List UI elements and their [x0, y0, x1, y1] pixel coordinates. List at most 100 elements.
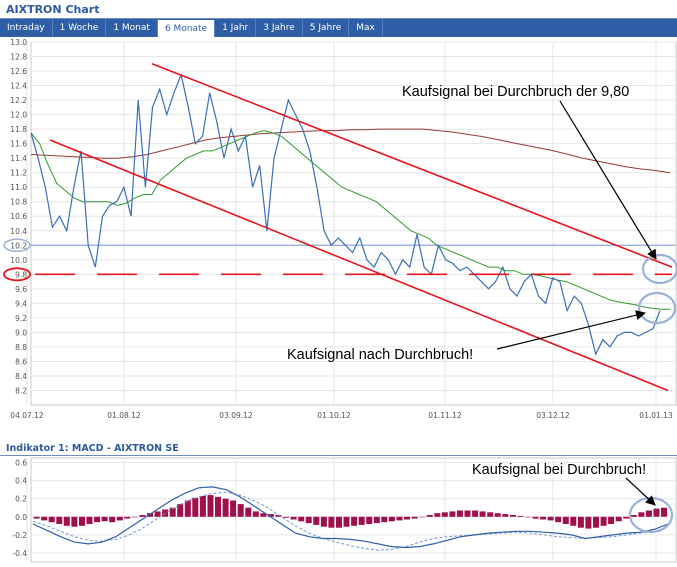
y-tick-label: 12.6: [10, 67, 27, 76]
macd-histogram-bar: [71, 516, 78, 527]
macd-histogram-bar: [472, 510, 479, 517]
macd-histogram-bar: [396, 516, 403, 521]
macd-histogram-bar: [336, 516, 342, 528]
macd-histogram-bar: [570, 516, 577, 526]
x-tick-label: 01.01.13: [639, 411, 673, 420]
y-tick-label: 11.4: [10, 154, 27, 163]
macd-histogram-bar: [63, 516, 70, 526]
macd-histogram-bar: [139, 515, 146, 517]
macd-histogram-bar: [313, 516, 320, 525]
macd-y-tick-label: -0.2: [12, 531, 27, 540]
macd-histogram-bar: [237, 504, 244, 517]
annotation-mid: Kaufsignal nach Durchbruch!: [287, 347, 473, 363]
y-tick-label: 12.4: [10, 82, 27, 91]
y-tick-label: 8.8: [15, 343, 27, 352]
macd-histogram-bar: [577, 516, 584, 528]
macd-histogram-bar: [109, 516, 116, 523]
x-tick-label: 03.09.12: [219, 411, 253, 420]
macd-histogram-bar: [411, 516, 418, 519]
macd-histogram-bar: [494, 513, 501, 517]
macd-histogram-bar: [207, 495, 214, 517]
macd-histogram-bar: [199, 496, 206, 517]
macd-histogram-bar: [615, 516, 622, 522]
y-tick-label: 11.2: [10, 169, 27, 178]
x-tick-label: 01.11.12: [428, 411, 462, 420]
macd-histogram-bar: [373, 516, 380, 524]
x-tick-label: 03.12.12: [536, 411, 570, 420]
macd-histogram-bar: [48, 516, 55, 523]
macd-histogram-bar: [192, 497, 199, 517]
macd-histogram-bar: [298, 516, 305, 522]
macd-histogram-bar: [328, 516, 335, 528]
macd-histogram-bar: [124, 516, 131, 519]
annotation-macd: Kaufsignal bei Durchbruch!: [472, 462, 646, 478]
macd-histogram-bar: [540, 516, 547, 520]
macd-histogram-bar: [653, 508, 660, 517]
macd-histogram-bar: [449, 511, 456, 517]
macd-histogram-bar: [381, 516, 388, 523]
macd-histogram-bar: [215, 496, 221, 517]
macd-histogram-bar: [525, 516, 531, 518]
x-tick-label: 04.07.12: [10, 411, 44, 420]
macd-histogram-bar: [517, 515, 524, 517]
macd-histogram-bar: [94, 516, 101, 523]
y-tick-label: 12.8: [10, 53, 27, 62]
macd-histogram-bar: [434, 513, 441, 517]
macd-histogram-bar: [56, 516, 63, 524]
macd-histogram-bar: [86, 516, 93, 524]
macd-histogram-bar: [441, 512, 448, 517]
y-tick-label: 9.4: [15, 299, 27, 308]
y-tick-label: 10.8: [10, 198, 27, 207]
macd-histogram-bar: [426, 515, 433, 517]
macd-histogram-bar: [547, 516, 554, 521]
macd-histogram-bar: [630, 515, 637, 517]
macd-histogram-bar: [456, 510, 463, 517]
y-tick-label: 9.6: [15, 285, 27, 294]
annotation-top-right: Kaufsignal bei Durchbruch der 9,80: [402, 84, 629, 100]
macd-y-tick-label: -0.4: [12, 549, 27, 558]
macd-histogram-bar: [358, 516, 365, 525]
macd-histogram-bar: [502, 514, 509, 517]
macd-histogram-bar: [509, 515, 516, 517]
macd-histogram-bar: [290, 516, 297, 520]
y-tick-label: 11.0: [10, 183, 27, 192]
macd-histogram-bar: [101, 516, 108, 522]
macd-y-tick-label: 0.0: [15, 513, 27, 522]
macd-histogram-bar: [388, 516, 395, 522]
macd-histogram-bar: [645, 510, 652, 517]
macd-histogram-bar: [154, 511, 161, 517]
y-tick-label: 9.2: [15, 314, 27, 323]
y-tick-label: 10.0: [10, 256, 27, 265]
macd-histogram-bar: [404, 516, 410, 520]
y-tick-label: 8.4: [15, 372, 27, 381]
macd-histogram-bar: [555, 516, 562, 523]
y-tick-label: 12.2: [10, 96, 27, 105]
y-tick-label: 9.0: [15, 328, 27, 337]
macd-histogram-bar: [79, 516, 85, 526]
macd-histogram-bar: [33, 516, 40, 519]
macd-histogram-bar: [623, 516, 630, 519]
macd-histogram-bar: [343, 516, 350, 527]
y-tick-label: 8.2: [15, 386, 27, 395]
macd-histogram-bar: [608, 516, 615, 524]
indicator-title: Indikator 1: MACD - AIXTRON SE: [6, 443, 179, 454]
x-tick-label: 01.08.12: [107, 411, 141, 420]
macd-histogram-bar: [638, 512, 645, 517]
y-tick-label: 10.6: [10, 212, 27, 221]
macd-histogram-bar: [419, 516, 426, 518]
macd-histogram-bar: [245, 507, 252, 517]
macd-histogram-bar: [41, 516, 48, 521]
macd-histogram-bar: [366, 516, 373, 524]
macd-histogram-bar: [562, 516, 569, 524]
y-tick-label: 11.6: [10, 140, 27, 149]
indicator-divider: [0, 455, 677, 456]
y-tick-label: 13.0: [10, 38, 27, 47]
y-tick-label: 10.4: [10, 227, 27, 236]
y-tick-label: 12.0: [10, 111, 27, 120]
y-tick-label: 10.2: [10, 241, 27, 250]
macd-y-tick-label: 0.2: [15, 495, 27, 504]
macd-histogram-bar: [661, 507, 667, 517]
y-tick-label: 11.8: [10, 125, 27, 134]
y-tick-label: 8.6: [15, 357, 27, 366]
macd-histogram-bar: [487, 512, 494, 517]
